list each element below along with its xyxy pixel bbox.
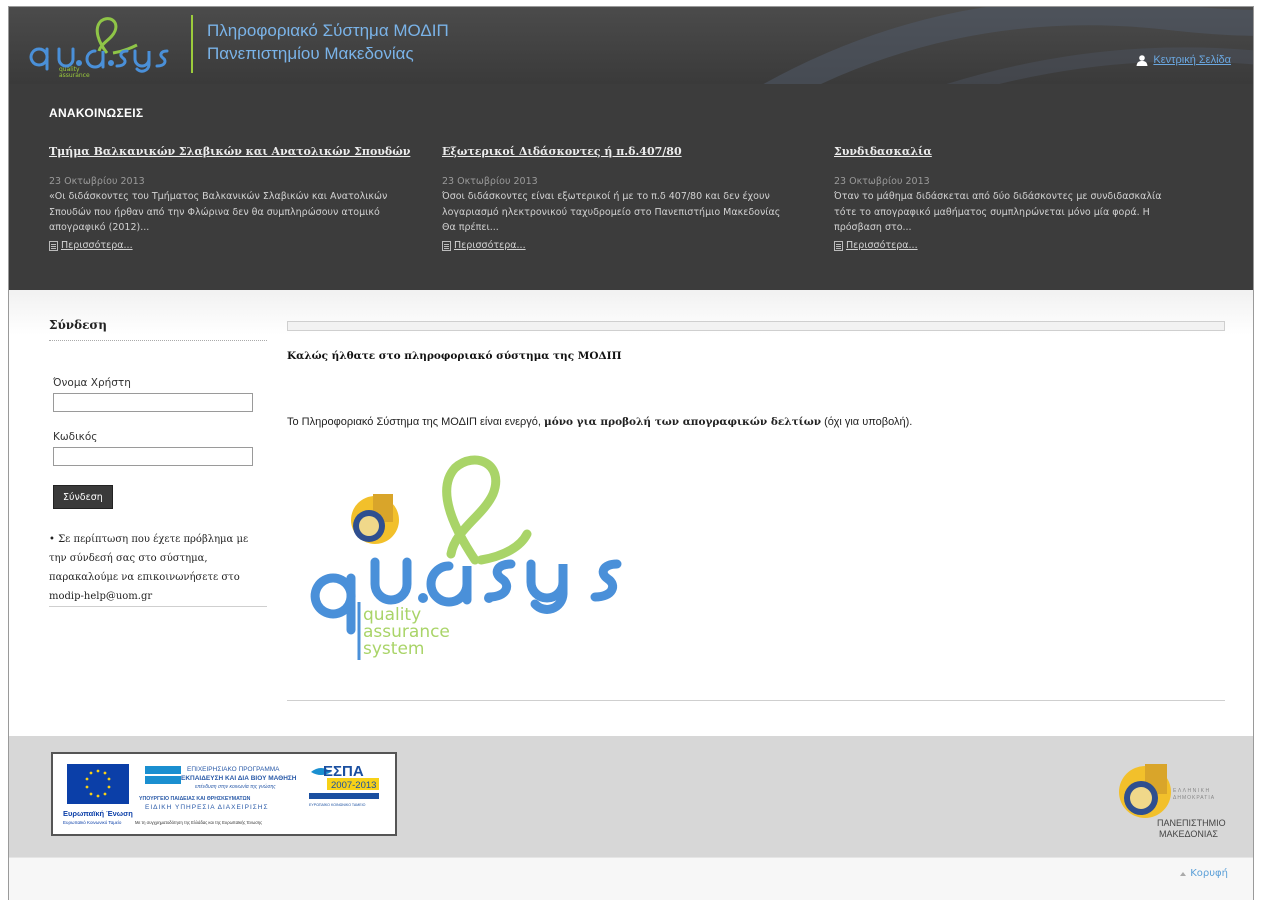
username-input[interactable] xyxy=(53,393,253,412)
read-more-link[interactable]: Περισσότερα... xyxy=(442,240,526,251)
uom-name-line1: ΠΑΝΕΠΙΣΤΗΜΙΟ xyxy=(1157,818,1226,828)
excerpt-line: πρόσβαση στο... xyxy=(834,222,912,233)
announcement-item: Συνδιδασκαλία 23 Οκτωβρίου 2013 Όταν το … xyxy=(834,145,1224,255)
site-footer: Ευρωπαϊκή Ένωση Ευρωπαϊκό Κοινωνικό Ταμε… xyxy=(9,736,1253,857)
quasys-logo[interactable]: quality assurance xyxy=(29,13,179,79)
espa-label: ΕΣΠΑ xyxy=(323,763,364,780)
system-notice: Το Πληροφοριακό Σύστημα της ΜΟΔΙΠ είναι … xyxy=(287,416,912,428)
site-title: Πληροφοριακό Σύστημα ΜΟΔΙΠ Πανεπιστημίου… xyxy=(207,19,449,65)
announcement-title-link[interactable]: Τμήμα Βαλκανικών Σλαβικών και Ανατολικών… xyxy=(49,145,439,158)
read-more-label: Περισσότερα... xyxy=(61,240,133,251)
eu-funding-graphic: Ευρωπαϊκή Ένωση Ευρωπαϊκό Κοινωνικό Ταμε… xyxy=(63,763,379,825)
ministry-line2: ΕΙΔΙΚΗ ΥΠΗΡΕΣΙΑ ΔΙΑΧΕΙΡΙΣΗΣ xyxy=(145,804,268,811)
read-more-label: Περισσότερα... xyxy=(454,240,526,251)
document-icon xyxy=(442,240,451,251)
header-divider xyxy=(191,15,193,73)
notice-prefix: Το Πληροφοριακό Σύστημα της ΜΟΔΙΠ είναι … xyxy=(287,416,545,428)
site-title-line2: Πανεπιστημίου Μακεδονίας xyxy=(207,44,414,63)
eu-sublabel: Ευρωπαϊκό Κοινωνικό Ταμείο xyxy=(63,819,122,825)
header-swoosh-decoration xyxy=(763,7,1253,84)
notice-suffix: (όχι για υποβολή). xyxy=(821,416,913,428)
login-divider xyxy=(49,340,267,341)
password-label: Κωδικός xyxy=(53,431,98,443)
notice-bold: μόνο για προβολή των απογραφικών δελτίων xyxy=(544,416,822,428)
eu-label: Ευρωπαϊκή Ένωση xyxy=(63,809,133,818)
content-top-bar xyxy=(287,321,1225,331)
username-label: Όνομα Χρήστη xyxy=(53,377,131,389)
login-button[interactable]: Σύνδεση xyxy=(53,485,113,509)
arrow-up-icon xyxy=(1180,871,1187,876)
excerpt-line: Σπουδών που ήρθαν από την Φλώρινα δεν θα… xyxy=(49,206,380,218)
svg-text:assurance: assurance xyxy=(59,72,90,79)
uom-small-line1: ΕΛΛΗΝΙΚΗ xyxy=(1173,788,1211,794)
ministry-line1: ΥΠΟΥΡΓΕΙΟ ΠΑΙΔΕΙΑΣ ΚΑΙ ΘΡΗΣΚΕΥΜΑΤΩΝ xyxy=(139,796,251,802)
uom-name-line2: ΜΑΚΕΔΟΝΙΑΣ xyxy=(1159,829,1218,839)
document-icon xyxy=(834,240,843,251)
page-frame: quality assurance Πληροφοριακό Σύστημα Μ… xyxy=(8,6,1254,900)
announcement-excerpt: Όσοι διδάσκοντες είναι εξωτερικοί ή με τ… xyxy=(442,189,832,236)
announcement-title-link[interactable]: Συνδιδασκαλία xyxy=(834,145,1224,158)
help-line: την σύνδεσή σας στο σύστημα, xyxy=(49,553,208,564)
excerpt-line: Όσοι διδάσκοντες είναι εξωτερικοί ή με τ… xyxy=(442,191,770,202)
cofund-line: Με τη συγχρηματοδότηση της Ελλάδας και τ… xyxy=(135,820,262,825)
bottom-bar: Κορυφή xyxy=(9,857,1253,900)
read-more-link[interactable]: Περισσότερα... xyxy=(49,240,133,251)
help-line: παρακαλούμε να επικοινωνήσετε στο xyxy=(49,572,240,583)
user-icon xyxy=(1136,54,1148,66)
announcement-title-link[interactable]: Εξωτερικοί Διδάσκοντες ή π.δ.407/80 xyxy=(442,145,832,158)
home-link-label: Κεντρική Σελίδα xyxy=(1153,54,1231,66)
help-line: • Σε περίπτωση που έχετε πρόβλημα με xyxy=(49,534,249,545)
home-link[interactable]: Κεντρική Σελίδα xyxy=(1136,54,1231,66)
site-title-line1: Πληροφοριακό Σύστημα ΜΟΔΙΠ xyxy=(207,21,449,40)
quasys-large-logo: quality assurance system xyxy=(310,455,622,660)
tagline-system: system xyxy=(363,639,424,659)
content-divider xyxy=(287,700,1225,701)
program-line1: ΕΠΙΧΕΙΡΗΣΙΑΚΟ ΠΡΟΓΡΑΜΜΑ xyxy=(187,766,280,773)
program-line3: επένδυση στην κοινωνία της γνώσης xyxy=(195,783,276,790)
excerpt-line: «Οι διδάσκοντες του Τμήματος Βαλκανικών … xyxy=(49,191,388,202)
login-help-text: • Σε περίπτωση που έχετε πρόβλημα με την… xyxy=(49,530,271,606)
welcome-heading: Καλώς ήλθατε στο πληροφοριακό σύστημα τη… xyxy=(287,350,622,362)
announcement-excerpt: «Οι διδάσκοντες του Τμήματος Βαλκανικών … xyxy=(49,189,439,236)
excerpt-line: λογαριασμό ηλεκτρονικού ταχυδρομείο στο … xyxy=(442,206,781,218)
university-seal-icon xyxy=(351,494,399,544)
excerpt-line: Όταν το μάθημα διδάσκεται από δύο διδάσκ… xyxy=(834,191,1162,202)
back-to-top-link[interactable]: Κορυφή xyxy=(1180,868,1228,879)
announcement-date: 23 Οκτωβρίου 2013 xyxy=(442,176,538,187)
login-bottom-divider xyxy=(49,606,267,607)
announcement-item: Εξωτερικοί Διδάσκοντες ή π.δ.407/80 23 Ο… xyxy=(442,145,832,255)
site-header: quality assurance Πληροφοριακό Σύστημα Μ… xyxy=(9,7,1253,84)
espa-years: 2007-2013 xyxy=(331,780,376,791)
espa-sub: ΕΥΡΩΠΑΪΚΟ ΚΟΙΝΩΝΙΚΟ ΤΑΜΕΙΟ xyxy=(309,803,366,807)
help-email: modip-help@uom.gr xyxy=(49,591,153,602)
announcement-date: 23 Οκτωβρίου 2013 xyxy=(49,176,145,187)
excerpt-line: τότε το απογραφικό μαθήματος συμπληρώνετ… xyxy=(834,206,1150,218)
excerpt-line: Θα πρέπει... xyxy=(442,222,499,233)
read-more-label: Περισσότερα... xyxy=(846,240,918,251)
announcement-date: 23 Οκτωβρίου 2013 xyxy=(834,176,930,187)
university-of-macedonia-logo[interactable]: ΕΛΛΗΝΙΚΗ ΔΗΜΟΚΡΑΤΙΑ ΠΑΝΕΠΙΣΤΗΜΙΟ ΜΑΚΕΔΟΝ… xyxy=(1111,754,1231,844)
back-to-top-label: Κορυφή xyxy=(1190,868,1228,879)
announcements-heading: ΑΝΑΚΟΙΝΩΣΕΙΣ xyxy=(49,106,144,120)
password-input[interactable] xyxy=(53,447,253,466)
announcement-item: Τμήμα Βαλκανικών Σλαβικών και Ανατολικών… xyxy=(49,145,439,255)
program-line2: ΕΚΠΑΙΔΕΥΣΗ ΚΑΙ ΔΙΑ ΒΙΟΥ ΜΑΘΗΣΗ xyxy=(181,775,297,782)
excerpt-line: απογραφικό (2012)... xyxy=(49,222,150,233)
announcements-section: ΑΝΑΚΟΙΝΩΣΕΙΣ Τμήμα Βαλκανικών Σλαβικών κ… xyxy=(9,84,1253,290)
document-icon xyxy=(49,240,58,251)
read-more-link[interactable]: Περισσότερα... xyxy=(834,240,918,251)
announcement-excerpt: Όταν το μάθημα διδάσκεται από δύο διδάσκ… xyxy=(834,189,1224,236)
uom-small-line2: ΔΗΜΟΚΡΑΤΙΑ xyxy=(1173,795,1215,801)
main-content: Σύνδεση Όνομα Χρήστη Κωδικός Σύνδεση • Σ… xyxy=(9,290,1253,736)
login-heading: Σύνδεση xyxy=(49,318,108,332)
eu-funding-banner: Ευρωπαϊκή Ένωση Ευρωπαϊκό Κοινωνικό Ταμε… xyxy=(51,752,397,836)
